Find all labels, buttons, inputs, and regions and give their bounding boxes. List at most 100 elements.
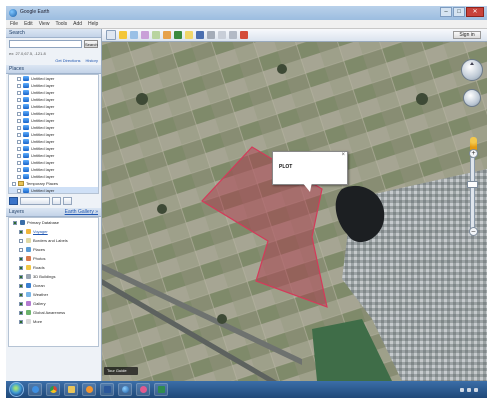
layer-item[interactable]: Weather xyxy=(9,290,98,299)
planets-icon[interactable] xyxy=(196,31,204,39)
temp-place-item[interactable]: Untitled layer xyxy=(9,187,98,193)
zoom-out-button[interactable]: – xyxy=(469,227,478,236)
place-checkbox[interactable] xyxy=(17,188,21,193)
place-item[interactable]: Untitled layer xyxy=(9,159,98,166)
place-checkbox[interactable] xyxy=(17,104,21,109)
place-item[interactable]: Untitled layer xyxy=(9,124,98,131)
taskbar-app-media[interactable] xyxy=(82,383,96,396)
place-checkbox[interactable] xyxy=(17,132,21,137)
place-checkbox[interactable] xyxy=(17,160,21,165)
minimize-button[interactable]: – xyxy=(440,7,452,17)
place-item[interactable]: Untitled layer xyxy=(9,89,98,96)
place-item[interactable]: Untitled layer xyxy=(9,131,98,138)
layer-checkbox[interactable] xyxy=(19,247,23,252)
move-control[interactable] xyxy=(463,89,481,107)
up-arrow-icon[interactable] xyxy=(52,197,61,205)
place-checkbox[interactable] xyxy=(17,90,21,95)
polygon-icon[interactable] xyxy=(130,31,138,39)
maximize-button[interactable]: □ xyxy=(453,7,465,17)
menu-file[interactable]: File xyxy=(10,21,18,27)
balloon-close-icon[interactable]: × xyxy=(341,152,345,158)
look-around-control[interactable] xyxy=(461,59,483,81)
taskbar-app-ie[interactable] xyxy=(28,383,42,396)
sunlight-icon[interactable] xyxy=(185,31,193,39)
hide-sidebar-icon[interactable] xyxy=(106,30,116,40)
search-button[interactable]: Search xyxy=(84,40,98,48)
menu-view[interactable]: View xyxy=(39,21,50,27)
place-item[interactable]: Untitled layer xyxy=(9,166,98,173)
layer-checkbox[interactable] xyxy=(19,256,23,261)
layer-root[interactable]: Primary Database xyxy=(9,218,98,227)
place-checkbox[interactable] xyxy=(17,125,21,130)
layer-item[interactable]: Ocean xyxy=(9,281,98,290)
layer-item[interactable]: Global Awareness xyxy=(9,308,98,317)
place-checkbox[interactable] xyxy=(17,174,21,179)
zoom-slider[interactable] xyxy=(470,157,475,231)
layer-item[interactable]: Borders and Labels xyxy=(9,236,98,245)
taskbar-app-excel[interactable] xyxy=(154,383,168,396)
place-item[interactable]: Untitled layer xyxy=(9,103,98,110)
layer-checkbox[interactable] xyxy=(13,220,17,225)
layer-checkbox[interactable] xyxy=(19,292,23,297)
place-item[interactable]: Untitled layer xyxy=(9,152,98,159)
print-icon[interactable] xyxy=(229,31,237,39)
search-panel-header[interactable]: Search xyxy=(6,29,101,38)
place-checkbox[interactable] xyxy=(17,139,21,144)
layer-checkbox[interactable] xyxy=(19,274,23,279)
layer-checkbox[interactable] xyxy=(19,238,23,243)
layer-item[interactable]: Photos xyxy=(9,254,98,263)
place-checkbox[interactable] xyxy=(17,167,21,172)
layer-item[interactable]: Roads xyxy=(9,263,98,272)
place-item[interactable]: Untitled layer xyxy=(9,117,98,124)
taskbar-app-earth[interactable] xyxy=(118,383,132,396)
layer-item[interactable]: Voyager xyxy=(9,227,98,236)
places-filter-input[interactable] xyxy=(20,197,50,205)
layer-checkbox[interactable] xyxy=(19,301,23,306)
volume-icon[interactable] xyxy=(467,387,471,392)
tour-guide-tab[interactable]: Tour Guide xyxy=(104,367,138,375)
layer-checkbox[interactable] xyxy=(19,265,23,270)
search-places-button[interactable] xyxy=(9,197,18,205)
history-link[interactable]: History xyxy=(86,58,98,63)
flag-icon[interactable] xyxy=(474,387,478,392)
network-icon[interactable] xyxy=(460,387,464,392)
taskbar-app-word[interactable] xyxy=(100,383,114,396)
placemark-icon[interactable] xyxy=(119,31,127,39)
place-checkbox[interactable] xyxy=(17,97,21,102)
place-checkbox[interactable] xyxy=(17,146,21,151)
sign-in-button[interactable]: Sign in xyxy=(453,31,481,39)
taskbar-app-explorer[interactable] xyxy=(64,383,78,396)
get-directions-link[interactable]: Get Directions xyxy=(55,58,80,63)
place-item[interactable]: Untitled layer xyxy=(9,82,98,89)
layer-checkbox[interactable] xyxy=(19,229,23,234)
menu-tools[interactable]: Tools xyxy=(55,21,67,27)
place-item[interactable]: Untitled layer xyxy=(9,145,98,152)
layer-checkbox[interactable] xyxy=(19,310,23,315)
place-checkbox[interactable] xyxy=(17,83,21,88)
menu-add[interactable]: Add xyxy=(73,21,82,27)
record-tour-icon[interactable] xyxy=(163,31,171,39)
place-item[interactable]: Untitled layer xyxy=(9,173,98,180)
place-item[interactable]: Untitled layer xyxy=(9,110,98,117)
search-input[interactable] xyxy=(9,40,82,48)
places-panel-header[interactable]: Places xyxy=(6,65,101,74)
layers-panel-header[interactable]: Layers Earth Gallery » xyxy=(6,208,101,217)
email-icon[interactable] xyxy=(218,31,226,39)
taskbar-app-chrome[interactable] xyxy=(46,383,60,396)
place-item[interactable]: Untitled layer xyxy=(9,138,98,145)
image-overlay-icon[interactable] xyxy=(152,31,160,39)
layer-checkbox[interactable] xyxy=(19,319,23,324)
layer-item[interactable]: Gallery xyxy=(9,299,98,308)
layer-checkbox[interactable] xyxy=(19,283,23,288)
place-checkbox[interactable] xyxy=(17,76,21,81)
zoom-slider-handle[interactable] xyxy=(467,181,478,188)
menu-edit[interactable]: Edit xyxy=(24,21,33,27)
taskbar-app-paint[interactable] xyxy=(136,383,150,396)
historical-imagery-icon[interactable] xyxy=(174,31,182,39)
path-icon[interactable] xyxy=(141,31,149,39)
down-arrow-icon[interactable] xyxy=(63,197,72,205)
close-button[interactable]: ✕ xyxy=(466,7,484,17)
layer-item[interactable]: More xyxy=(9,317,98,326)
layer-item[interactable]: Places xyxy=(9,245,98,254)
satellite-imagery[interactable] xyxy=(102,29,487,381)
